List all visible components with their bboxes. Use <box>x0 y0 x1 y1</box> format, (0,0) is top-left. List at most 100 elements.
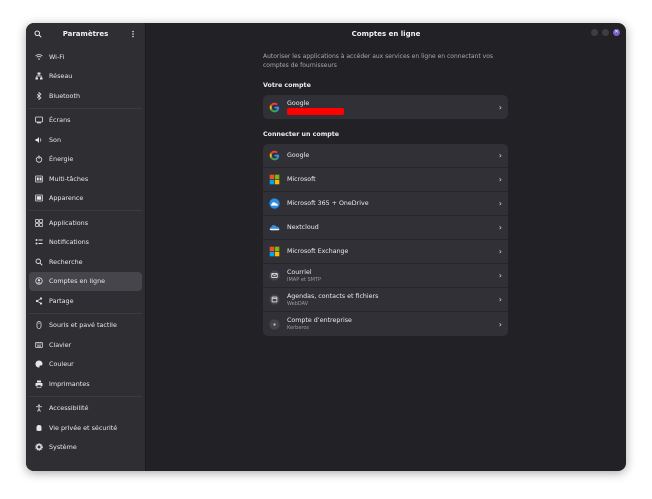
your-account-card: Google › <box>263 95 508 119</box>
provider-row-google[interactable]: Google › <box>263 144 508 168</box>
online-accounts-icon <box>34 277 43 286</box>
provider-label: Microsoft 365 + OneDrive <box>287 200 369 207</box>
main-header: Comptes en ligne ✕ <box>146 23 626 44</box>
chevron-right-icon: › <box>498 102 502 112</box>
account-text: Google <box>287 100 494 115</box>
provider-text: Nextcloud <box>287 224 494 231</box>
notifications-icon <box>34 238 43 247</box>
provider-label: Microsoft <box>287 176 316 183</box>
provider-sublabel: Kerberos <box>287 325 310 331</box>
provider-row-nextcloud[interactable]: Nextcloud › <box>263 216 508 240</box>
page-description: Autoriser les applications à accéder aux… <box>263 53 494 69</box>
sidebar-item-network[interactable]: Réseau <box>29 67 142 87</box>
microsoft-icon <box>269 174 280 185</box>
window-controls: ✕ <box>591 29 620 36</box>
close-button[interactable]: ✕ <box>613 29 620 36</box>
provider-text: Google <box>287 152 494 159</box>
keyboard-icon <box>34 340 43 349</box>
chevron-right-icon: › <box>498 247 502 256</box>
provider-row-mail[interactable]: Courriel IMAP et SMTP › <box>263 264 508 288</box>
sidebar-item-bluetooth[interactable]: Bluetooth <box>29 86 142 106</box>
sidebar-item-sharing[interactable]: Partage <box>29 291 142 311</box>
privacy-icon <box>34 423 43 432</box>
provider-label: Google <box>287 152 310 159</box>
sidebar-item-label: Comptes en ligne <box>49 277 106 286</box>
bluetooth-icon <box>34 91 43 100</box>
sidebar-group-apps: Applications Notifications Recherche Com… <box>29 213 142 314</box>
provider-text: Microsoft 365 + OneDrive <box>287 200 494 207</box>
kerberos-icon <box>269 318 280 330</box>
sidebar-item-label: Énergie <box>49 155 74 164</box>
sidebar-item-label: Recherche <box>49 257 83 266</box>
system-icon <box>34 443 43 452</box>
sidebar-item-label: Multi-tâches <box>49 174 89 183</box>
provider-label: Courriel <box>287 268 312 276</box>
sidebar-item-label: Imprimantes <box>49 379 90 388</box>
provider-row-microsoft[interactable]: Microsoft › <box>263 168 508 192</box>
sidebar-item-label: Notifications <box>49 238 89 247</box>
account-provider: Google <box>287 99 310 107</box>
sidebar-item-accessibility[interactable]: Accessibilité <box>29 399 142 419</box>
provider-text: Microsoft <box>287 176 494 183</box>
chevron-right-icon: › <box>498 295 502 304</box>
sidebar-item-keyboard[interactable]: Clavier <box>29 335 142 355</box>
redacted-account-name <box>287 107 344 115</box>
sidebar-item-mouse-touchpad[interactable]: Souris et pavé tactile <box>29 316 142 336</box>
sidebar-item-appearance[interactable]: Apparence <box>29 189 142 209</box>
provider-label: Compte d’entreprise <box>287 317 352 324</box>
sidebar-item-label: Vie privée et sécurité <box>49 423 118 432</box>
sidebar-item-printers[interactable]: Imprimantes <box>29 374 142 394</box>
network-icon <box>34 72 43 81</box>
account-row-google[interactable]: Google › <box>263 95 508 119</box>
sidebar-item-label: Écrans <box>49 116 71 125</box>
provider-row-exchange[interactable]: Microsoft Exchange › <box>263 240 508 264</box>
connect-account-title: Connecter un compte <box>263 131 340 138</box>
exchange-icon <box>269 246 280 257</box>
provider-row-kerberos[interactable]: Compte d’entreprise Kerberos › <box>263 312 508 336</box>
main-panel: Comptes en ligne ✕ Autoriser les applica… <box>146 23 626 471</box>
provider-text: Microsoft Exchange <box>287 248 494 255</box>
search-icon[interactable] <box>32 28 44 40</box>
sidebar-group-device: Écrans Son Énergie Multi-tâches Apparenc… <box>29 111 142 211</box>
minimize-button[interactable] <box>591 29 598 36</box>
sidebar-item-online-accounts[interactable]: Comptes en ligne <box>29 271 142 291</box>
sidebar-item-notifications[interactable]: Notifications <box>29 233 142 253</box>
provider-row-webdav[interactable]: Agendas, contacts et fichiers WebDAV › <box>263 288 508 312</box>
sidebar-item-label: Partage <box>49 296 74 305</box>
google-icon <box>269 102 280 113</box>
sidebar-item-color[interactable]: Couleur <box>29 355 142 375</box>
sidebar-item-power[interactable]: Énergie <box>29 150 142 170</box>
sidebar-item-label: Souris et pavé tactile <box>49 321 117 330</box>
onedrive-icon <box>269 198 280 209</box>
sidebar-item-label: Son <box>49 135 62 144</box>
menu-icon[interactable] <box>127 28 139 40</box>
sidebar-item-wifi[interactable]: Wi-Fi <box>29 47 142 67</box>
provider-text: Compte d’entreprise Kerberos <box>287 317 494 331</box>
sidebar-item-label: Réseau <box>49 72 73 81</box>
sidebar: Paramètres Wi-Fi Réseau Bluetooth Écrans… <box>26 23 146 471</box>
sidebar-item-privacy[interactable]: Vie privée et sécurité <box>29 418 142 438</box>
provider-label: Nextcloud <box>287 224 319 231</box>
sidebar-item-system[interactable]: Système <box>29 438 142 458</box>
sidebar-item-label: Bluetooth <box>49 91 81 100</box>
color-icon <box>34 360 43 369</box>
maximize-button[interactable] <box>602 29 609 36</box>
sidebar-item-displays[interactable]: Écrans <box>29 111 142 131</box>
nextcloud-icon <box>269 222 280 233</box>
appearance-icon <box>34 194 43 203</box>
power-icon <box>34 155 43 164</box>
sidebar-item-applications[interactable]: Applications <box>29 213 142 233</box>
sidebar-list: Wi-Fi Réseau Bluetooth Écrans Son Énergi… <box>26 44 145 461</box>
sidebar-item-search[interactable]: Recherche <box>29 252 142 272</box>
provider-sublabel: WebDAV <box>287 300 309 307</box>
settings-window: Paramètres Wi-Fi Réseau Bluetooth Écrans… <box>26 23 626 471</box>
sidebar-item-multitasking[interactable]: Multi-tâches <box>29 169 142 189</box>
page-title: Comptes en ligne <box>351 29 421 38</box>
sidebar-item-label: Accessibilité <box>49 404 89 413</box>
sidebar-item-sound[interactable]: Son <box>29 130 142 150</box>
sidebar-item-label: Clavier <box>49 340 72 349</box>
printer-icon <box>34 379 43 388</box>
close-icon: ✕ <box>614 29 619 35</box>
provider-row-onedrive[interactable]: Microsoft 365 + OneDrive › <box>263 192 508 216</box>
search-icon <box>34 257 43 266</box>
